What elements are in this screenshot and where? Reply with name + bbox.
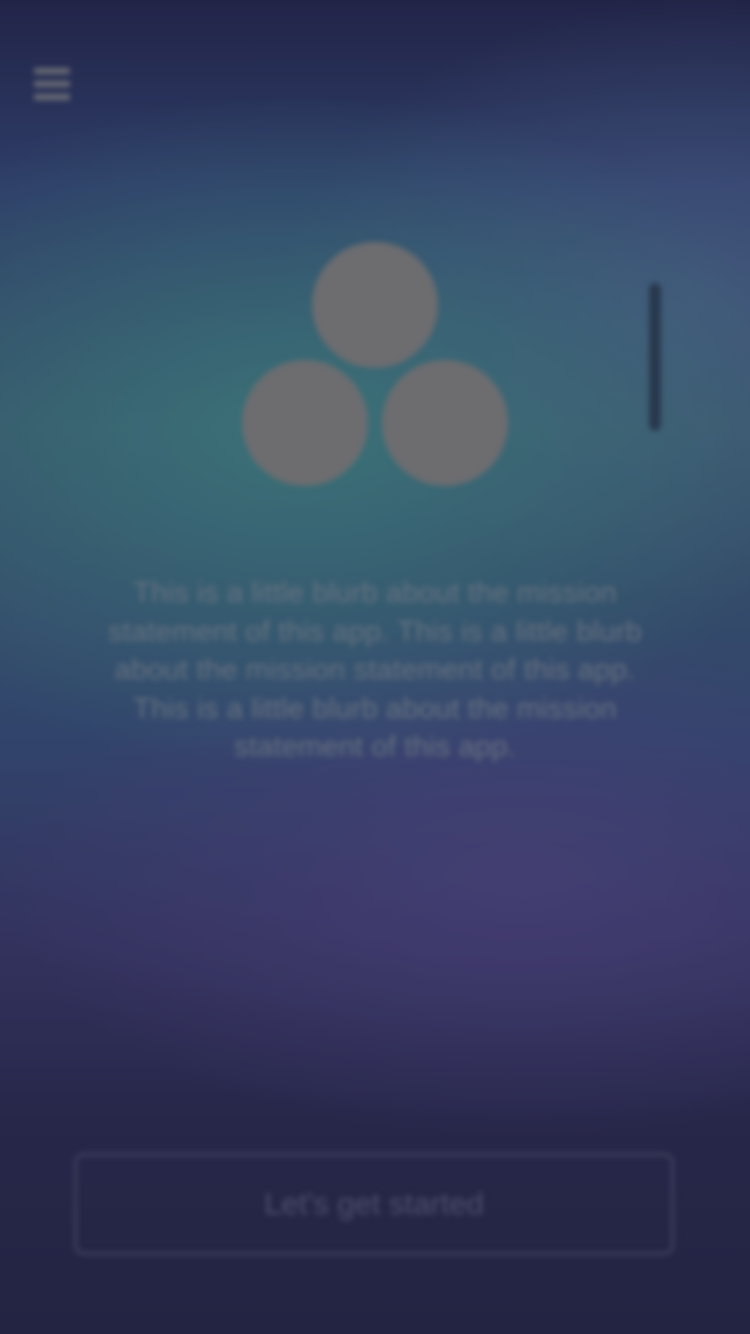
logo-circle-left (242, 360, 368, 486)
blurred-content: This is a little blurb about the mission… (0, 0, 750, 1334)
menu-bar-top (34, 68, 70, 74)
hamburger-menu-icon[interactable] (34, 68, 70, 100)
onboarding-screen: This is a little blurb about the mission… (0, 0, 750, 1334)
three-circles-logo-icon (240, 240, 510, 490)
logo-circle-top (312, 242, 438, 368)
get-started-button[interactable]: Let's get started (74, 1153, 674, 1255)
mission-statement-text: This is a little blurb about the mission… (108, 577, 642, 763)
menu-bar-middle (34, 81, 70, 87)
scroll-indicator[interactable] (649, 283, 661, 431)
logo-circle-right (382, 360, 508, 486)
menu-bar-bottom (34, 94, 70, 100)
